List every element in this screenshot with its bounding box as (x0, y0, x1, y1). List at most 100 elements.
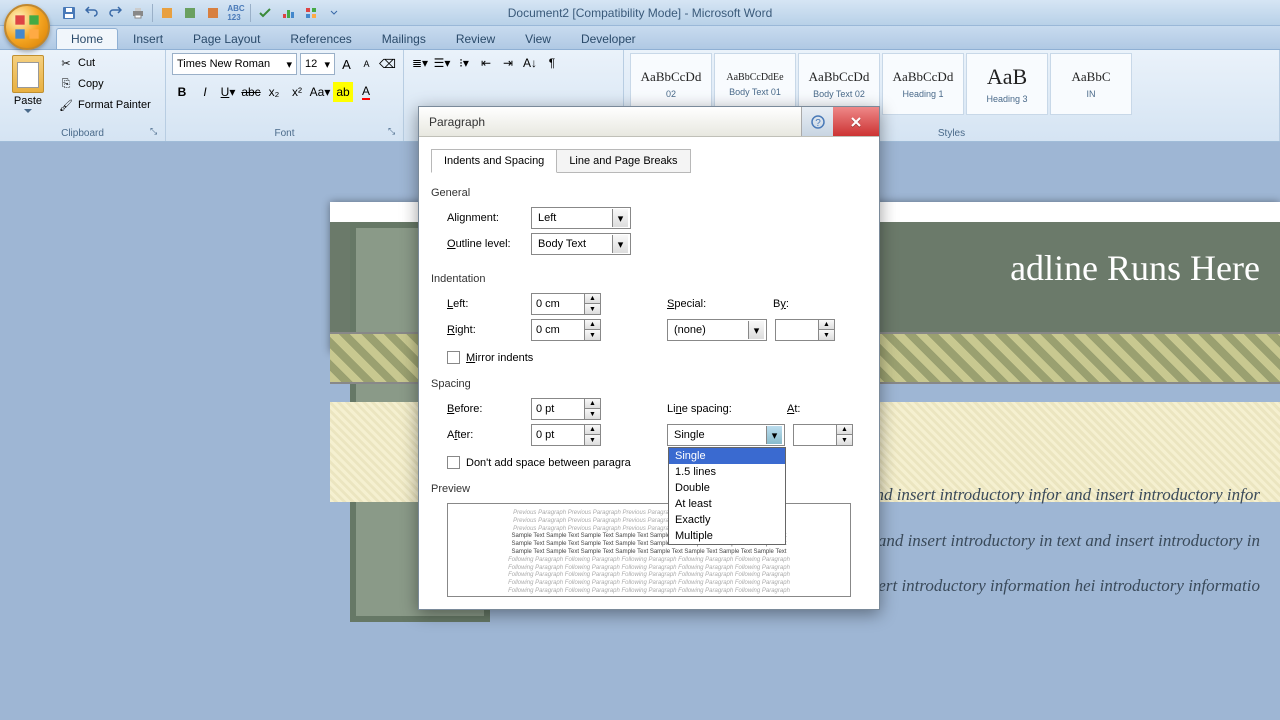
tab-references[interactable]: References (275, 28, 366, 49)
chevron-down-icon[interactable]: ▾ (612, 209, 628, 227)
tab-home[interactable]: Home (56, 28, 118, 49)
paste-button[interactable]: Paste (6, 53, 50, 126)
spin-down-icon[interactable]: ▼ (585, 330, 600, 340)
spacing-before-spinner[interactable]: 0 pt▲▼ (531, 398, 601, 420)
shrink-font-icon[interactable]: A (358, 54, 375, 74)
line-spacing-option[interactable]: Exactly (669, 512, 785, 528)
chevron-down-icon[interactable]: ▾ (766, 426, 782, 444)
qat-customize-icon[interactable] (323, 2, 345, 24)
tab-page-layout[interactable]: Page Layout (178, 28, 275, 49)
spin-down-icon[interactable]: ▼ (837, 435, 852, 445)
chevron-down-icon[interactable]: ▾ (612, 235, 628, 253)
dont-add-space-checkbox[interactable] (447, 456, 460, 469)
indent-right-spinner[interactable]: 0 cm▲▼ (531, 319, 601, 341)
indent-left-spinner[interactable]: 0 cm▲▼ (531, 293, 601, 315)
chart-icon[interactable] (277, 2, 299, 24)
spin-down-icon[interactable]: ▼ (819, 330, 834, 340)
numbering-button[interactable]: ☰▾ (432, 53, 452, 73)
spin-down-icon[interactable]: ▼ (585, 304, 600, 314)
spin-down-icon[interactable]: ▼ (585, 409, 600, 419)
qat-icon-3[interactable] (202, 2, 224, 24)
spin-up-icon[interactable]: ▲ (585, 294, 600, 304)
spin-up-icon[interactable]: ▲ (837, 425, 852, 435)
strikethrough-button[interactable]: abc (241, 82, 261, 102)
ribbon-tab-bar: Home Insert Page Layout References Maili… (0, 26, 1280, 50)
scissors-icon: ✂ (58, 55, 74, 71)
dialog-title: Paragraph (429, 115, 485, 129)
style-item[interactable]: AaBbCcDdHeading 1 (882, 53, 964, 115)
line-spacing-combo[interactable]: Single ▾ Single 1.5 lines Double At leas… (667, 424, 785, 446)
dialog-tab-indents[interactable]: Indents and Spacing (431, 149, 557, 173)
bold-button[interactable]: B (172, 82, 192, 102)
indent-by-label: By: (773, 298, 803, 310)
undo-icon[interactable] (81, 2, 103, 24)
indent-right-label: Right: (447, 324, 523, 336)
style-item[interactable]: AaBHeading 3 (966, 53, 1048, 115)
close-button[interactable] (833, 107, 879, 136)
line-spacing-option[interactable]: Single (669, 448, 785, 464)
font-group-label: Font (172, 126, 397, 139)
spell-check-icon[interactable]: ABC123 (225, 2, 247, 24)
bullets-button[interactable]: ≣▾ (410, 53, 430, 73)
line-spacing-option[interactable]: 1.5 lines (669, 464, 785, 480)
decrease-indent-button[interactable]: ⇤ (476, 53, 496, 73)
show-marks-button[interactable]: ¶ (542, 53, 562, 73)
spacing-after-spinner[interactable]: 0 pt▲▼ (531, 424, 601, 446)
spin-up-icon[interactable]: ▲ (585, 399, 600, 409)
save-icon[interactable] (58, 2, 80, 24)
qat-icon-1[interactable] (156, 2, 178, 24)
format-painter-button[interactable]: 🖌Format Painter (54, 95, 155, 115)
help-button[interactable]: ? (801, 107, 833, 136)
spin-up-icon[interactable]: ▲ (585, 320, 600, 330)
tab-insert[interactable]: Insert (118, 28, 178, 49)
line-spacing-option[interactable]: Multiple (669, 528, 785, 544)
special-indent-combo[interactable]: (none)▾ (667, 319, 767, 341)
clear-formatting-icon[interactable]: ⌫ (378, 54, 397, 74)
dialog-tab-line-breaks[interactable]: Line and Page Breaks (556, 149, 690, 173)
check-icon[interactable] (254, 2, 276, 24)
grid-icon[interactable] (300, 2, 322, 24)
superscript-button[interactable]: x² (287, 82, 307, 102)
tab-developer[interactable]: Developer (566, 28, 651, 49)
grow-font-icon[interactable]: A (338, 54, 355, 74)
line-spacing-option[interactable]: Double (669, 480, 785, 496)
copy-button[interactable]: ⎘Copy (54, 74, 155, 94)
subscript-button[interactable]: x₂ (264, 82, 284, 102)
spin-up-icon[interactable]: ▲ (819, 320, 834, 330)
alignment-combo[interactable]: Left▾ (531, 207, 631, 229)
underline-button[interactable]: U▾ (218, 82, 238, 102)
change-case-button[interactable]: Aa▾ (310, 82, 330, 102)
italic-button[interactable]: I (195, 82, 215, 102)
tab-mailings[interactable]: Mailings (367, 28, 441, 49)
redo-icon[interactable] (104, 2, 126, 24)
indent-by-spinner[interactable]: ▲▼ (775, 319, 835, 341)
font-size-combo[interactable]: 12▾ (300, 53, 335, 75)
quick-access-toolbar: ABC123 (58, 2, 345, 24)
font-name-combo[interactable]: Times New Roman▾ (172, 53, 297, 75)
font-dialog-launcher[interactable]: ⤡ (388, 126, 400, 138)
qat-icon-2[interactable] (179, 2, 201, 24)
preview-section-label: Preview (431, 483, 867, 495)
sort-button[interactable]: A↓ (520, 53, 540, 73)
style-item[interactable]: AaBbCIN (1050, 53, 1132, 115)
tab-view[interactable]: View (510, 28, 566, 49)
multilevel-button[interactable]: ⁝▾ (454, 53, 474, 73)
font-color-button[interactable]: A (356, 82, 376, 102)
highlight-button[interactable]: ab (333, 82, 353, 102)
print-icon[interactable] (127, 2, 149, 24)
spin-up-icon[interactable]: ▲ (585, 425, 600, 435)
dont-add-space-label: Don't add space between paragra (466, 457, 631, 469)
tab-review[interactable]: Review (441, 28, 510, 49)
cut-button[interactable]: ✂Cut (54, 53, 155, 73)
mirror-indents-checkbox[interactable] (447, 351, 460, 364)
dialog-titlebar[interactable]: Paragraph ? (419, 107, 879, 137)
clipboard-dialog-launcher[interactable]: ⤡ (150, 126, 162, 138)
line-spacing-option[interactable]: At least (669, 496, 785, 512)
chevron-down-icon[interactable]: ▾ (748, 321, 764, 339)
office-button[interactable] (4, 4, 50, 50)
outline-level-combo[interactable]: Body Text▾ (531, 233, 631, 255)
spacing-at-spinner[interactable]: ▲▼ (793, 424, 853, 446)
increase-indent-button[interactable]: ⇥ (498, 53, 518, 73)
spin-down-icon[interactable]: ▼ (585, 435, 600, 445)
svg-text:?: ? (815, 118, 821, 129)
